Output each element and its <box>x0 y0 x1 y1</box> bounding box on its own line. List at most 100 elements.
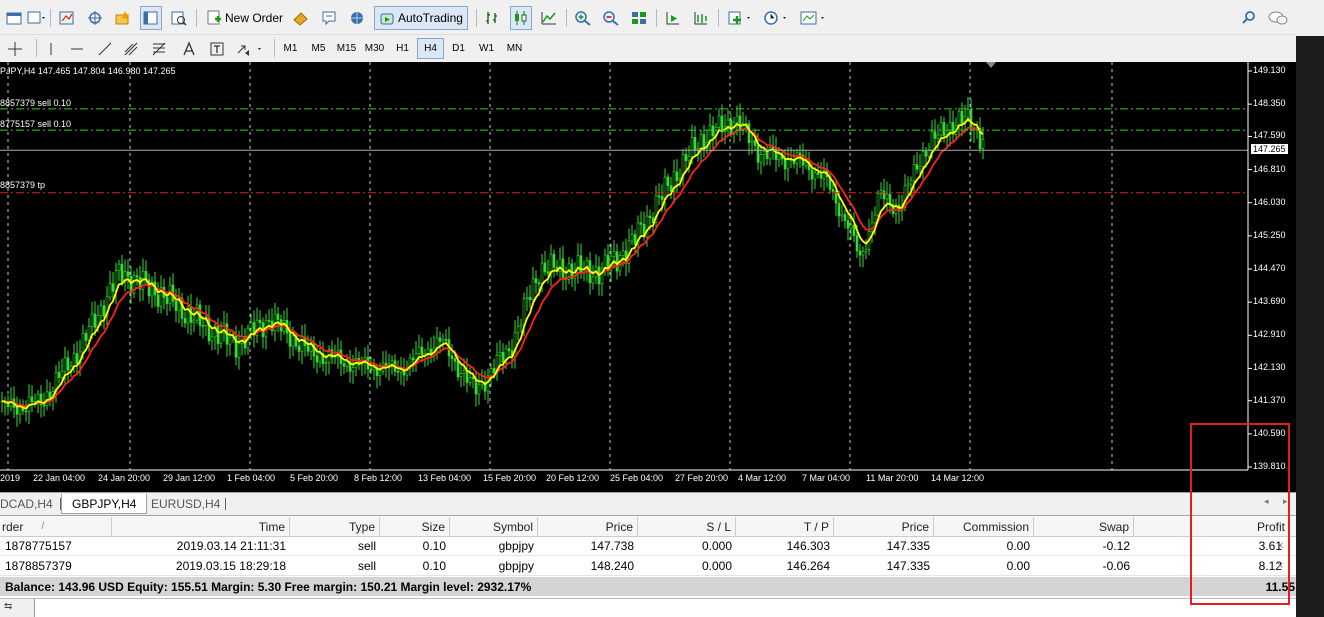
zoom-in-icon[interactable] <box>572 6 594 30</box>
timeframe-d1[interactable]: D1 <box>445 38 472 59</box>
text-label-icon[interactable] <box>206 38 228 59</box>
candle-body <box>249 322 253 329</box>
candle-body <box>630 234 634 242</box>
cell-open-price: 147.738 <box>590 539 634 553</box>
tabs-scroll-left-icon[interactable]: ◂ <box>1264 496 1269 507</box>
candle-body <box>462 370 466 374</box>
price-chart[interactable]: PJPY,H4 147.465 147.804 146.980 147.265 … <box>0 62 1296 492</box>
tab-chart-gbpjpy[interactable]: GBPJPY,H4 <box>61 494 148 514</box>
new-chart-icon[interactable] <box>4 6 26 30</box>
column-header-order[interactable]: rder / <box>0 517 112 536</box>
column-header-open-price[interactable]: Price <box>538 517 638 536</box>
candle-body <box>663 176 667 200</box>
candle-body <box>759 154 763 163</box>
candle-body <box>552 253 556 268</box>
candle-body <box>390 360 394 365</box>
price-tick-label: 145.250 <box>1253 229 1286 240</box>
autotrading-button[interactable]: AutoTrading <box>374 6 468 30</box>
column-header-take-profit[interactable]: T / P <box>736 517 834 536</box>
candle-body <box>675 171 679 181</box>
tab-chart-dcad[interactable]: DCAD,H4 <box>0 494 53 514</box>
tab-chart-eurusd[interactable]: EURUSD,H4 <box>151 494 220 514</box>
close-order-icon[interactable]: × <box>1277 537 1283 555</box>
candle-body <box>858 250 862 256</box>
crosshair-icon[interactable] <box>84 6 106 30</box>
column-header-profit[interactable]: Profit <box>1134 517 1290 536</box>
bar-chart-icon[interactable] <box>482 6 504 30</box>
candle-body <box>771 146 775 149</box>
candlestick-chart-icon[interactable] <box>510 6 532 30</box>
close-order-icon[interactable]: × <box>1277 557 1283 575</box>
column-header-type[interactable]: Type <box>290 517 380 536</box>
candle-body <box>666 176 670 186</box>
navigator-icon[interactable] <box>112 6 134 30</box>
table-row[interactable]: 1878775157 2019.03.14 21:11:31 sell 0.10 gbp… <box>0 537 1296 556</box>
candle-body <box>543 262 547 273</box>
timeframe-h4[interactable]: H4 <box>417 38 444 59</box>
column-header-symbol[interactable]: Symbol <box>450 517 538 536</box>
column-header-current-price[interactable]: Price <box>834 517 934 536</box>
candle-body <box>747 123 751 143</box>
crosshair-cursor-icon[interactable] <box>4 38 26 59</box>
candle-body <box>258 319 262 323</box>
trendline-icon[interactable] <box>94 38 116 59</box>
timeframe-mn[interactable]: MN <box>501 38 528 59</box>
candle-body <box>924 151 928 157</box>
profiles-icon[interactable] <box>26 6 48 30</box>
tabs-scroll-right-icon[interactable]: ▸ <box>1283 496 1288 507</box>
table-row[interactable]: 1878857379 2019.03.15 18:29:18 sell 0.10 gbp… <box>0 557 1296 576</box>
candle-body <box>297 345 301 352</box>
candle-body <box>525 297 529 300</box>
chart-shift-icon[interactable] <box>662 6 684 30</box>
horizontal-line-icon[interactable] <box>66 38 88 59</box>
candle-body <box>549 253 553 274</box>
column-header-swap[interactable]: Swap <box>1034 517 1134 536</box>
sort-indicator-icon: / <box>41 521 45 532</box>
candle-body <box>783 158 787 170</box>
equidistant-channel-icon[interactable] <box>120 38 142 59</box>
candle-body <box>492 368 496 374</box>
templates-icon[interactable] <box>798 6 830 30</box>
signals-icon[interactable] <box>318 6 340 30</box>
periods-clock-icon[interactable] <box>762 6 792 30</box>
candle-body <box>687 156 691 161</box>
mt4-terminal-window: New Order AutoTrading M1 M5 M15 M30 H1 H… <box>0 0 1324 617</box>
new-order-button[interactable]: New Order <box>202 6 287 30</box>
candle-body <box>417 346 421 354</box>
timeframe-h1[interactable]: H1 <box>389 38 416 59</box>
terminal-icon[interactable] <box>140 6 162 30</box>
arrows-icon[interactable] <box>234 38 266 59</box>
indicators-icon[interactable] <box>726 6 756 30</box>
vertical-line-icon[interactable] <box>40 38 62 59</box>
autoscroll-icon[interactable] <box>690 6 712 30</box>
cell-take-profit: 146.264 <box>786 559 830 573</box>
candle-body <box>933 131 937 139</box>
candle-body <box>477 384 481 395</box>
terminal-toggle-icon[interactable]: ⇆ <box>4 601 12 612</box>
market-watch-icon[interactable] <box>56 6 78 30</box>
strategy-tester-icon[interactable] <box>168 6 190 30</box>
candle-body <box>237 343 241 358</box>
text-icon[interactable] <box>178 38 200 59</box>
column-header-stop-loss[interactable]: S / L <box>638 517 736 536</box>
search-icon[interactable] <box>1238 6 1260 30</box>
metaeditor-icon[interactable] <box>290 6 312 30</box>
line-chart-icon[interactable] <box>538 6 560 30</box>
timeframe-m15[interactable]: M15 <box>333 38 360 59</box>
timeframe-w1[interactable]: W1 <box>473 38 500 59</box>
tile-windows-icon[interactable] <box>628 6 650 30</box>
timeframe-m1[interactable]: M1 <box>277 38 304 59</box>
fibonacci-icon[interactable] <box>148 38 170 59</box>
timeframe-m30[interactable]: M30 <box>361 38 388 59</box>
column-header-commission[interactable]: Commission <box>934 517 1034 536</box>
trade-table-header: rder / Time Type Size Symbol Price S / L T / P Pr… <box>0 517 1296 537</box>
toolbar-separator <box>566 9 567 27</box>
column-header-size[interactable]: Size <box>380 517 450 536</box>
market-icon[interactable] <box>346 6 368 30</box>
chat-icon[interactable] <box>1266 6 1290 30</box>
column-header-label: Time <box>258 519 285 534</box>
column-header-time[interactable]: Time <box>112 517 290 536</box>
timeframe-m5[interactable]: M5 <box>305 38 332 59</box>
candle-body <box>84 333 88 341</box>
zoom-out-icon[interactable] <box>600 6 622 30</box>
